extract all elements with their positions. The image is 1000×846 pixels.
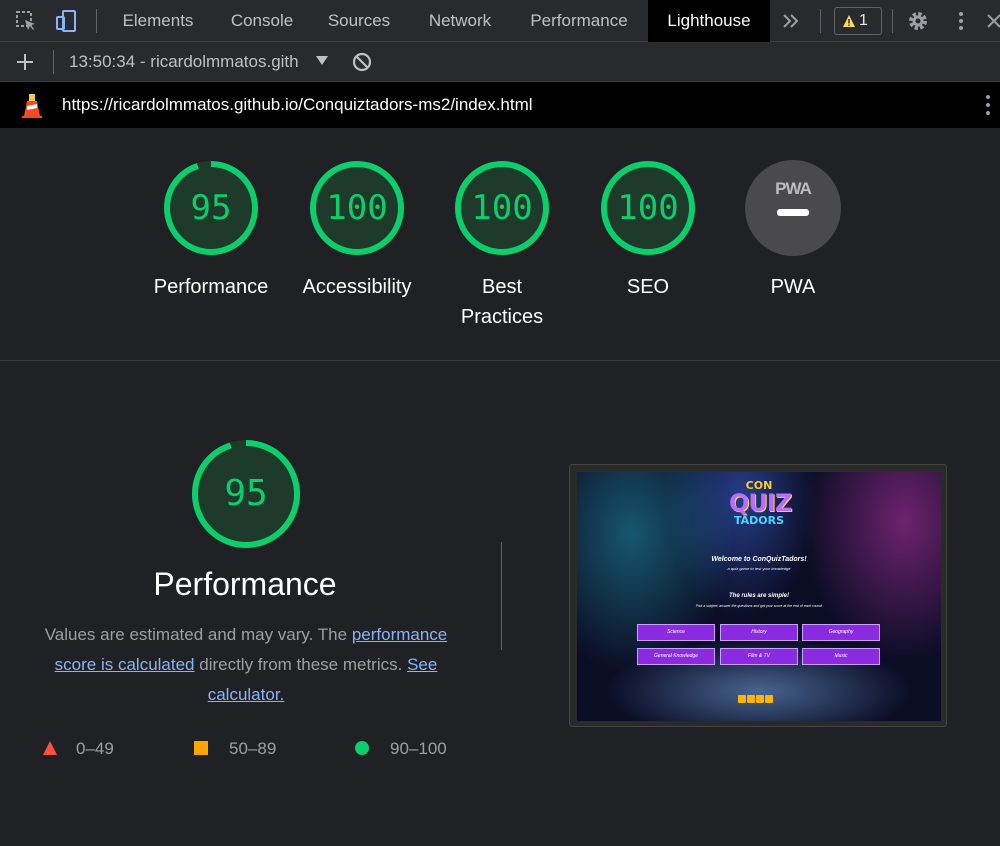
- gauge-label: SEO: [626, 276, 670, 298]
- gauge-best-practices[interactable]: 100 Best Practices: [436, 158, 568, 332]
- close-icon[interactable]: [982, 9, 1000, 33]
- tab-console[interactable]: Console: [214, 0, 310, 42]
- performance-title: Performance: [153, 566, 337, 602]
- category-button: Science: [637, 624, 715, 641]
- instagram-icon: [765, 695, 773, 703]
- vertical-divider: [501, 542, 502, 650]
- category-button: Geography: [802, 624, 880, 641]
- toolbar-separator: [53, 50, 54, 74]
- gauge-accessibility[interactable]: 100 Accessibility: [291, 158, 423, 302]
- device-toolbar-icon[interactable]: [54, 9, 78, 33]
- youtube-icon: [756, 695, 764, 703]
- gauge-score: 100: [471, 188, 533, 228]
- devtools-tab-bar: Elements Console Sources Network Perform…: [0, 0, 1000, 42]
- final-screenshot[interactable]: CON QUIZ TADORS Welcome to ConQuizTadors…: [569, 464, 947, 727]
- page-screenshot: CON QUIZ TADORS Welcome to ConQuizTadors…: [577, 472, 941, 721]
- gauge-pwa[interactable]: PWA PWA: [727, 158, 859, 302]
- report-url-bar: https://ricardolmmatos.github.io/Conquiz…: [0, 82, 1000, 128]
- tab-sources[interactable]: Sources: [314, 0, 404, 42]
- legend-fail: 0–49: [42, 737, 114, 761]
- gauge-performance[interactable]: 95 Performance: [145, 158, 277, 302]
- warning-icon: [843, 15, 855, 27]
- triangle-icon: [43, 741, 57, 755]
- legend-pass: 90–100: [354, 737, 447, 761]
- category-button: Music: [802, 648, 880, 665]
- tab-network[interactable]: Network: [412, 0, 508, 42]
- double-chevron-right-icon[interactable]: [779, 9, 803, 33]
- category-button: History: [720, 624, 798, 641]
- section-divider: [0, 360, 1000, 361]
- chevron-down-icon[interactable]: [316, 56, 328, 65]
- new-report-plus-icon[interactable]: [13, 50, 37, 74]
- conquiztadors-logo: CON QUIZ TADORS: [729, 479, 792, 527]
- category-button: General Knowledge: [637, 648, 715, 665]
- gauge-seo[interactable]: 100 SEO: [582, 158, 714, 302]
- lighthouse-toolbar: 13:50:34 - ricardolmmatos.gith: [0, 42, 1000, 82]
- pwa-badge-icon: PWA: [745, 160, 841, 256]
- performance-gauge: 95: [189, 437, 303, 551]
- report-url[interactable]: https://ricardolmmatos.github.io/Conquiz…: [62, 82, 533, 128]
- tab-lighthouse[interactable]: Lighthouse: [648, 0, 770, 42]
- screenshot-rules-text: Pick a subject, answer the questions and…: [695, 604, 823, 608]
- more-options-icon[interactable]: [949, 9, 973, 33]
- screenshot-welcome: Welcome to ConQuizTadors!: [711, 556, 807, 563]
- circle-icon: [355, 741, 369, 755]
- more-options-icon[interactable]: [980, 93, 996, 117]
- gauge-label: PWA: [770, 276, 816, 298]
- warnings-count: 1: [859, 12, 868, 29]
- performance-description: Values are estimated and may vary. The p…: [44, 625, 448, 704]
- tab-performance[interactable]: Performance: [516, 0, 642, 42]
- gauge-label: Performance: [153, 276, 269, 298]
- performance-score: 95: [224, 473, 268, 514]
- lighthouse-logo-icon: [22, 94, 42, 118]
- tab-elements[interactable]: Elements: [108, 0, 208, 42]
- gauge-label: Best Practices: [460, 276, 544, 328]
- inspect-element-icon[interactable]: [14, 9, 38, 33]
- screenshot-subtitle: a quiz game to test your knowledge: [727, 566, 791, 571]
- clear-all-icon[interactable]: [350, 50, 374, 74]
- gauge-score: 100: [617, 188, 679, 228]
- settings-gear-icon[interactable]: [906, 9, 930, 33]
- category-button: Film & TV: [720, 648, 798, 665]
- gauge-score: 100: [326, 188, 388, 228]
- gauge-label: Accessibility: [302, 276, 412, 298]
- twitter-icon: [747, 695, 755, 703]
- report-selector[interactable]: 13:50:34 - ricardolmmatos.gith: [69, 42, 299, 82]
- gauge-score: 95: [190, 188, 232, 228]
- screenshot-rules-title: The rules are simple!: [728, 593, 790, 599]
- toolbar-separator: [96, 9, 97, 33]
- social-icons: [738, 690, 774, 703]
- square-icon: [194, 741, 208, 755]
- warnings-badge[interactable]: 1: [834, 7, 882, 35]
- svg-text:PWA: PWA: [775, 179, 811, 198]
- facebook-icon: [738, 695, 746, 703]
- legend-average: 50–89: [193, 737, 276, 761]
- toolbar-separator: [892, 9, 893, 33]
- toolbar-separator: [820, 9, 821, 33]
